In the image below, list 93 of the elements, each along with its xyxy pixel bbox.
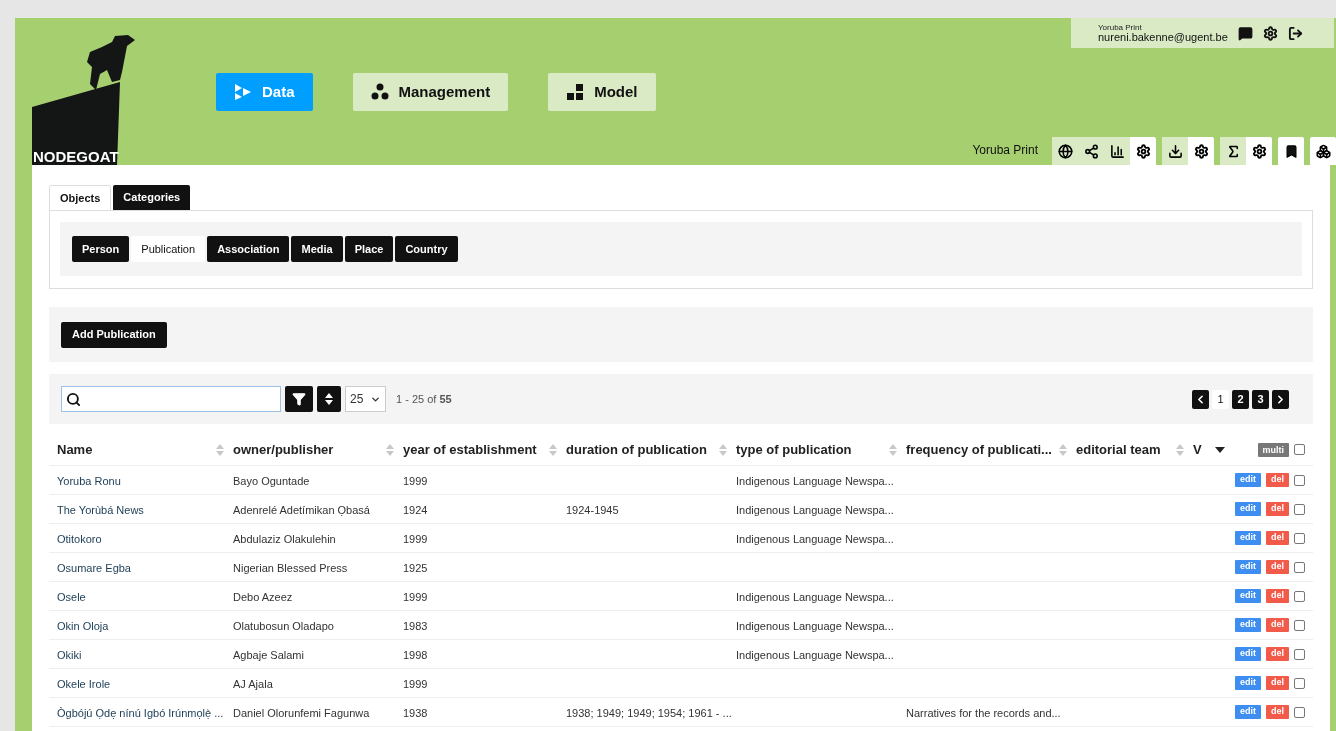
search-field[interactable] xyxy=(61,386,281,412)
page-button[interactable]: 1 xyxy=(1212,389,1229,409)
column-header[interactable]: year of establishment xyxy=(403,439,537,460)
checkbox[interactable] xyxy=(1294,444,1305,455)
table-cell: 1999 xyxy=(403,678,428,690)
table-cell[interactable]: Okin Oloja xyxy=(57,620,109,632)
blocks-icon xyxy=(566,83,585,101)
dropdown-caret-icon[interactable] xyxy=(1215,446,1225,453)
boxes-icon[interactable] xyxy=(1310,137,1336,165)
type-tab[interactable]: Association xyxy=(207,236,290,262)
table-cell: 1999 xyxy=(403,533,428,545)
previous-page-button[interactable] xyxy=(1192,389,1209,409)
table-cell: Indigenous Language Newspa... xyxy=(736,475,894,487)
checkbox[interactable] xyxy=(1294,648,1305,660)
project-name: Yoruba Print xyxy=(1098,23,1143,32)
table-cell: AJ Ajala xyxy=(233,678,273,690)
table-cell: Indigenous Language Newspa... xyxy=(736,591,894,603)
page-button[interactable]: 3 xyxy=(1252,389,1269,409)
table-cell: Indigenous Language Newspa... xyxy=(736,620,894,632)
add-publication-button[interactable]: Add Publication xyxy=(61,321,167,348)
multi-button[interactable]: multi xyxy=(1257,442,1289,457)
filter-icon xyxy=(292,392,306,406)
three-dots-icon xyxy=(370,83,389,101)
table-cell[interactable]: Ògbójú Ọdẹ nínú Igbó Irúnmọlẹ̀ ... xyxy=(57,707,224,719)
table-cell: Nigerian Blessed Press xyxy=(233,562,348,574)
bookmark-icon[interactable] xyxy=(1278,137,1304,165)
table-cell[interactable]: The Yorùbá News xyxy=(57,504,144,516)
table-cell: Bayo Oguntade xyxy=(233,475,310,487)
nav-button[interactable]: Model xyxy=(548,73,656,111)
chat-icon[interactable] xyxy=(1237,25,1253,41)
column-header[interactable]: duration of publication xyxy=(566,439,707,460)
table-cell: 1925 xyxy=(403,562,428,574)
settings-icon[interactable] xyxy=(1262,25,1278,41)
table-cell: 1999 xyxy=(403,591,428,603)
table-cell: Agbaje Salami xyxy=(233,649,304,661)
column-header[interactable]: owner/publisher xyxy=(233,439,334,460)
checkbox[interactable] xyxy=(1294,503,1305,515)
checkbox[interactable] xyxy=(1294,677,1305,689)
search-icon xyxy=(66,391,81,407)
column-header[interactable]: editorial team xyxy=(1076,439,1161,460)
column-header[interactable]: frequency of publicati... xyxy=(906,439,1052,460)
next-page-button[interactable] xyxy=(1272,389,1289,409)
sigma-icon[interactable] xyxy=(1220,137,1246,165)
table-cell: Olatubosun Oladapo xyxy=(233,620,334,632)
table-cell: 1983 xyxy=(403,620,428,632)
type-tab[interactable]: Person xyxy=(72,236,130,262)
user-email: nureni.bakenne@ugent.be xyxy=(1098,31,1228,43)
checkbox[interactable] xyxy=(1294,474,1305,486)
tab[interactable]: Objects xyxy=(49,185,112,210)
table-cell: Daniel Olorunfemi Fagunwa xyxy=(233,707,370,719)
filter-button[interactable] xyxy=(285,386,313,412)
type-tab[interactable]: Place xyxy=(344,236,394,262)
result-range: 1 - 25 of 55 xyxy=(396,391,452,407)
checkbox[interactable] xyxy=(1294,561,1305,573)
column-header[interactable]: Name xyxy=(57,439,93,460)
table-cell[interactable]: Otitokoro xyxy=(57,533,102,545)
table-cell: Indigenous Language Newspa... xyxy=(736,504,894,516)
page-size-select[interactable]: 25 xyxy=(345,386,386,412)
column-header[interactable]: V xyxy=(1193,439,1202,460)
checkbox[interactable] xyxy=(1294,706,1305,718)
table-cell: 1998 xyxy=(403,649,428,661)
table-cell[interactable]: Okele Irole xyxy=(57,678,111,690)
table-cell: 1999 xyxy=(403,475,428,487)
table-cell: 1938; 1949; 1949; 1954; 1961 - ... xyxy=(566,707,732,719)
column-header[interactable]: type of publication xyxy=(736,439,852,460)
type-tab[interactable]: Publication xyxy=(131,236,206,262)
table-cell: Narratives for the records and... xyxy=(906,707,1061,719)
nav-button[interactable]: Management xyxy=(352,73,509,111)
table-cell: Abdulaziz Olakulehin xyxy=(233,533,336,545)
logout-icon[interactable] xyxy=(1287,25,1303,41)
checkbox[interactable] xyxy=(1294,619,1305,631)
project-label: Yoruba Print xyxy=(972,142,1038,159)
download-icon[interactable] xyxy=(1162,137,1188,165)
type-tab[interactable]: Media xyxy=(291,236,343,262)
table-cell[interactable]: Yoruba Ronu xyxy=(57,475,121,487)
table-cell: 1924-1945 xyxy=(566,504,619,516)
table-cell[interactable]: Osele xyxy=(57,591,86,603)
sort-button[interactable] xyxy=(317,386,341,412)
table-cell[interactable]: Okiki xyxy=(57,649,82,661)
checkbox[interactable] xyxy=(1294,590,1305,602)
tab[interactable]: Categories xyxy=(113,185,191,210)
type-tab[interactable]: Country xyxy=(395,236,458,262)
table-cell: Indigenous Language Newspa... xyxy=(736,649,894,661)
table-cell: 1924 xyxy=(403,504,428,516)
play-triangles-icon xyxy=(234,83,252,101)
table-cell: Adenrelé Adetímikan Ọbasá xyxy=(233,504,370,516)
table-cell: Debo Azeez xyxy=(233,591,293,603)
table-cell: 1938 xyxy=(403,707,428,719)
table-cell[interactable]: Osumare Egba xyxy=(57,562,131,574)
table-cell: Indigenous Language Newspa... xyxy=(736,533,894,545)
checkbox[interactable] xyxy=(1294,532,1305,544)
page-button[interactable]: 2 xyxy=(1232,389,1249,409)
sort-arrows-icon xyxy=(324,392,334,406)
